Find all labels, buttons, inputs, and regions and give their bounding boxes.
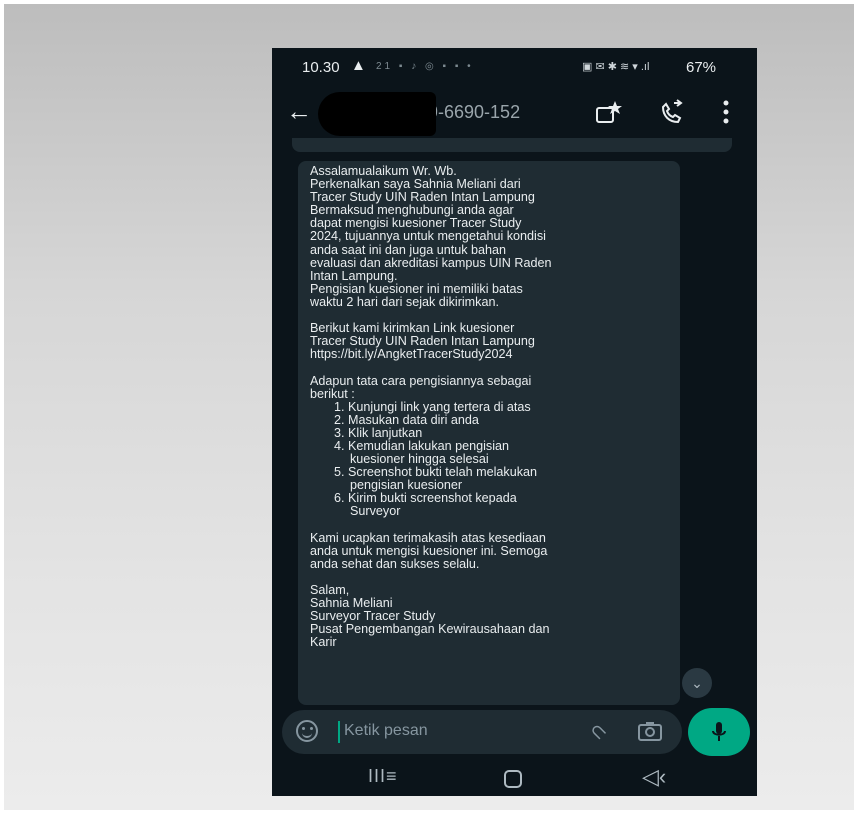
- step-item: Surveyor: [350, 504, 401, 519]
- signal-icons: ▣ ✉ ✱ ≋ ▾ .ıl: [582, 61, 650, 73]
- text-cursor: [338, 721, 340, 743]
- message-line: berikut :: [310, 386, 355, 401]
- system-nav-bar: III≡ ◁‹: [272, 760, 757, 796]
- message-line: waktu 2 hari dari sejak dikirimkan.: [310, 294, 499, 309]
- message-line: evaluasi dan akreditasi kampus UIN Raden: [310, 255, 552, 270]
- questionnaire-link[interactable]: https://bit.ly/AngketTracerStudy2024: [310, 348, 668, 361]
- message-line: Kami ucapkan terimakasih atas kesediaan: [310, 530, 546, 545]
- contact-name[interactable]: 9-6690-152: [428, 102, 520, 123]
- message-line: Adapun tata cara pengisiannya sebagai: [310, 373, 532, 388]
- camera-icon[interactable]: [638, 721, 662, 741]
- step-item: 3. Klik lanjutkan: [334, 425, 423, 440]
- message-line: anda untuk mengisi kuesioner ini. Semoga: [310, 543, 548, 558]
- message-input[interactable]: Ketik pesan: [344, 722, 428, 740]
- status-bar: 10.30 ▲ 21 ▪ ♪ ◎ ▪ ▪ • ▣ ✉ ✱ ≋ ▾ .ıl 67%: [272, 48, 757, 84]
- message-line: Karir: [310, 635, 337, 650]
- mic-button[interactable]: [688, 708, 750, 756]
- contact-avatar-redaction: [318, 92, 436, 136]
- screenshot-frame: 10.30 ▲ 21 ▪ ♪ ◎ ▪ ▪ • ▣ ✉ ✱ ≋ ▾ .ıl 67%…: [4, 4, 854, 810]
- attach-icon[interactable]: ⊂: [584, 717, 614, 747]
- recent-apps-icon[interactable]: III≡: [368, 766, 398, 787]
- message-bubble[interactable]: Assalamualaikum Wr. Wb. Perkenalkan saya…: [298, 161, 680, 705]
- step-item: 1. Kunjungi link yang tertera di atas: [334, 399, 531, 414]
- message-input-bar[interactable]: Ketik pesan ⊂: [282, 710, 682, 754]
- message-line: Pusat Pengembangan Kewirausahaan dan: [310, 622, 550, 637]
- status-time: 10.30: [302, 59, 340, 76]
- message-line: anda sehat dan sukses selalu.: [310, 556, 480, 571]
- mic-icon: [712, 722, 726, 741]
- notification-apps: 21 ▪ ♪ ◎ ▪ ▪ •: [376, 61, 474, 72]
- message-line: 2024, tujuannya untuk mengetahui kondisi: [310, 229, 546, 244]
- menu-dots-icon[interactable]: [722, 98, 730, 128]
- emoji-icon[interactable]: [296, 720, 318, 742]
- warning-icon: ▲: [351, 57, 366, 74]
- nav-back-icon[interactable]: ◁‹: [642, 764, 666, 790]
- home-icon[interactable]: [504, 770, 522, 788]
- message-line: anda saat ini dan juga untuk bahan: [310, 242, 507, 257]
- scroll-down-icon[interactable]: ⌄: [682, 668, 712, 698]
- message-line: Intan Lampung.: [310, 268, 398, 283]
- step-item: 2. Masukan data diri anda: [334, 412, 479, 427]
- battery-level: 67%: [686, 59, 717, 76]
- message-line: Pengisian kuesioner ini memiliki batas: [310, 281, 523, 296]
- back-arrow-icon[interactable]: ←: [286, 96, 312, 127]
- voice-call-icon[interactable]: [657, 98, 687, 128]
- previous-message-edge: [292, 138, 732, 152]
- message-text: Assalamualaikum Wr. Wb. Perkenalkan saya…: [310, 164, 668, 650]
- phone-screen: 10.30 ▲ 21 ▪ ♪ ◎ ▪ ▪ • ▣ ✉ ✱ ≋ ▾ .ıl 67%…: [272, 48, 757, 796]
- video-call-icon[interactable]: [594, 98, 624, 128]
